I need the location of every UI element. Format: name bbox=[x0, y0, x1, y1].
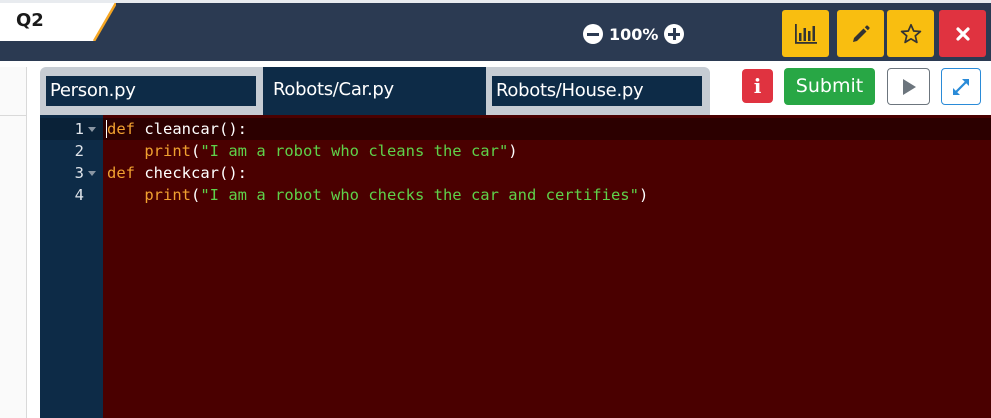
stats-button[interactable] bbox=[782, 10, 829, 57]
code-text: print("I am a robot who cleans the car") bbox=[107, 140, 518, 162]
code-token: def bbox=[107, 164, 135, 182]
line-number: 2 bbox=[74, 142, 84, 160]
tab-label: Robots/Car.py bbox=[273, 79, 394, 100]
code-text: def cleancar(): bbox=[107, 118, 247, 140]
zoom-control: 100% bbox=[583, 22, 685, 46]
code-lines: 1 def cleancar(): 2 print("I am a robot wh… bbox=[40, 118, 991, 206]
left-panel-edge bbox=[0, 67, 27, 418]
code-line: 4 print("I am a robot who checks the car… bbox=[40, 184, 991, 206]
code-text: def checkcar(): bbox=[107, 162, 247, 184]
zoom-value: 100% bbox=[609, 24, 659, 44]
file-tab-bar: Person.py Robots/Car.py Robots/House.py bbox=[40, 67, 710, 115]
code-text: print("I am a robot who checks the car a… bbox=[107, 184, 648, 206]
tab-label: Person.py bbox=[46, 76, 256, 106]
fold-arrow-icon[interactable] bbox=[88, 127, 96, 132]
fold-arrow-icon[interactable] bbox=[88, 171, 96, 176]
pencil-icon bbox=[852, 24, 870, 42]
code-line: 1 def cleancar(): bbox=[40, 118, 991, 140]
submit-button[interactable]: Submit bbox=[784, 68, 875, 105]
question-tab-label: Q2 bbox=[16, 10, 44, 31]
tab-robots-car-py[interactable]: Robots/Car.py bbox=[263, 67, 486, 115]
favorite-button[interactable] bbox=[887, 10, 934, 57]
line-number: 4 bbox=[74, 186, 84, 204]
top-border bbox=[0, 0, 991, 3]
top-bar: Q2 100% bbox=[0, 0, 991, 61]
bar-chart-icon bbox=[794, 23, 817, 44]
code-token: ) bbox=[508, 142, 518, 160]
code-token: checkcar(): bbox=[135, 164, 247, 182]
question-tab[interactable]: Q2 bbox=[0, 3, 116, 41]
expand-button[interactable] bbox=[941, 68, 981, 105]
zoom-out-icon[interactable] bbox=[583, 24, 603, 44]
text-cursor bbox=[106, 120, 107, 138]
code-token: cleancar(): bbox=[135, 120, 247, 138]
tab-label: Robots/House.py bbox=[492, 76, 702, 106]
code-token: ( bbox=[191, 142, 201, 160]
code-line: 2 print("I am a robot who cleans the car… bbox=[40, 140, 991, 162]
code-token: ( bbox=[191, 186, 201, 204]
line-number: 3 bbox=[74, 164, 84, 182]
code-token: def bbox=[107, 120, 135, 138]
tab-person-py[interactable]: Person.py bbox=[46, 67, 256, 115]
code-token: print bbox=[144, 142, 191, 160]
play-icon bbox=[902, 78, 916, 95]
line-number: 1 bbox=[74, 120, 84, 138]
left-panel-divider bbox=[0, 115, 27, 116]
zoom-in-icon[interactable] bbox=[664, 24, 685, 44]
close-button[interactable] bbox=[939, 10, 986, 57]
code-token: print bbox=[144, 186, 191, 204]
edit-button[interactable] bbox=[837, 10, 884, 57]
info-button[interactable]: i bbox=[742, 69, 773, 103]
code-token: "I am a robot who checks the car and cer… bbox=[200, 186, 639, 204]
code-line: 3 def checkcar(): bbox=[40, 162, 991, 184]
code-editor[interactable]: 1 def cleancar(): 2 print("I am a robot wh… bbox=[40, 115, 991, 418]
code-token: ) bbox=[638, 186, 649, 204]
star-icon bbox=[900, 23, 921, 43]
tab-robots-house-py[interactable]: Robots/House.py bbox=[492, 67, 702, 115]
expand-icon bbox=[953, 78, 969, 95]
code-token: "I am a robot who cleans the car" bbox=[200, 142, 509, 160]
close-icon bbox=[955, 26, 970, 41]
run-button[interactable] bbox=[887, 68, 930, 105]
